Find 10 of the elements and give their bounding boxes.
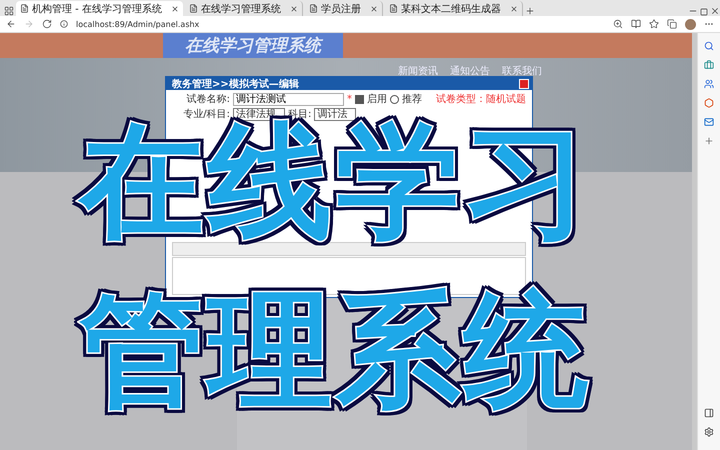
field-label: 试卷名称: (186, 92, 230, 106)
browser-tab[interactable]: 机构管理 - 在线学习管理系统 (16, 1, 183, 16)
site-title: 在线学习管理系统 (163, 33, 343, 58)
checkbox-label: 启用 (367, 92, 387, 106)
radio-label: 推荐 (402, 92, 422, 106)
address-field[interactable]: localhost:89/Admin/panel.ashx (76, 18, 605, 30)
required-mark: * (347, 94, 352, 104)
paper-type-text: 试卷类型：随机试题 (436, 92, 526, 106)
dialog-title: 教务管理>>模拟考试—编辑 (172, 78, 299, 90)
input-field[interactable]: 调计法测试 (233, 92, 344, 106)
